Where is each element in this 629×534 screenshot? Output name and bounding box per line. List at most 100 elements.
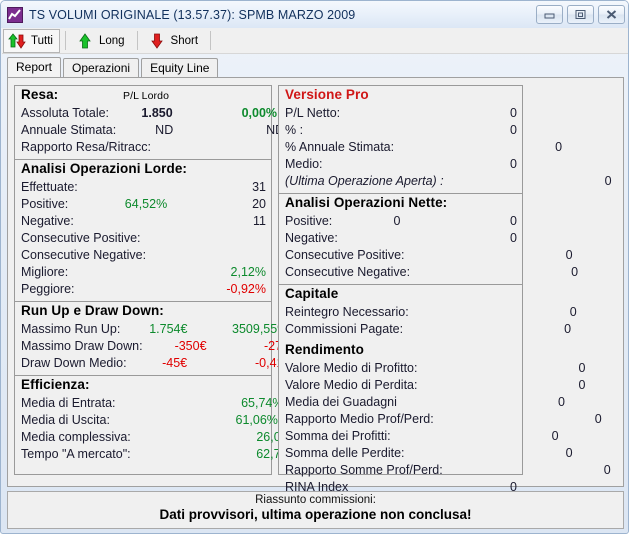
stat-label: Consecutive Negative: (21, 248, 147, 262)
stat-label: Rapporto Medio Prof/Perd: (285, 412, 434, 426)
stat-label: Annuale Stimata: (21, 123, 117, 137)
stat-group: Analisi Operazioni Nette: Positive: 0 0 Nega… (279, 194, 578, 285)
stat-value-end: 0 (510, 231, 517, 245)
stat-group-header: Capitale (279, 286, 522, 305)
stat-label: Tempo "A mercato": (21, 447, 131, 461)
stat-value-end: ND (266, 123, 285, 137)
stat-value-end: 0,00% (241, 106, 278, 120)
stat-row: Media complessiva:26,02% (15, 430, 299, 447)
stat-row: Commissioni Pagate: 0 (279, 322, 571, 339)
stat-value-mid: 1.850 (141, 106, 173, 120)
stat-group: Versione Pro P/L Netto: 0% :0% Annuale Sti… (279, 86, 612, 194)
stat-group: Analisi Operazioni Lorde: Effettuate: 31 Po… (15, 160, 314, 302)
stat-row: Valore Medio di Profitto: 0 (279, 361, 585, 378)
stat-value-end: 0 (578, 378, 586, 392)
stat-group-title: Analisi Operazioni Lorde: (21, 161, 188, 176)
stat-label: Rapporto Resa/Ritracc: (21, 140, 151, 154)
stat-label: Draw Down Medio: (21, 356, 127, 370)
stat-group-header: Versione Pro (279, 87, 522, 106)
stat-row: Media dei Guadagni 0 (279, 395, 565, 412)
stat-group-title: Versione Pro (285, 87, 369, 102)
stat-value-end: 20 (252, 197, 266, 211)
stat-row: Media di Entrata: 65,74% (15, 396, 284, 413)
status-bar: Riassunto commissioni: Dati provvisori, … (7, 491, 624, 529)
stat-label: Assoluta Totale: (21, 106, 110, 120)
toolbar-separator-3 (210, 31, 212, 50)
stat-group: Efficienza: Media di Entrata: 65,74% Media … (15, 376, 299, 466)
gross-statistics-panel: Resa: P/L Lordo Assoluta Totale: 1.850 0,00%… (14, 85, 319, 475)
stat-value-end: 0 (565, 248, 573, 262)
tab-report[interactable]: Report (7, 57, 62, 78)
stat-label: Somma dei Profitti: (285, 429, 391, 443)
toolbar-separator-1 (64, 31, 66, 50)
stat-group-title: Analisi Operazioni Nette: (285, 195, 448, 210)
minimize-icon (544, 13, 555, 19)
stat-label: Media dei Guadagni (285, 395, 397, 409)
close-button[interactable] (598, 5, 625, 24)
stat-label: Migliore: (21, 265, 69, 279)
stat-row: Migliore: 2,12% (15, 265, 271, 282)
stat-row: Tempo "A mercato":62,71% (15, 447, 299, 464)
stat-value-mid: ND (155, 123, 174, 137)
minimize-button[interactable] (536, 5, 563, 24)
stat-value-end: 0 (510, 214, 517, 228)
stat-group-title: Run Up e Draw Down: (21, 303, 164, 318)
stat-label: Effettuate: (21, 180, 78, 194)
stat-group-title: Capitale (285, 286, 339, 301)
stat-label: Commissioni Pagate: (285, 322, 404, 336)
stat-value-end: 0 (569, 305, 577, 319)
stat-row: Negative: 11 (15, 214, 271, 231)
stat-row: Peggiore: -0,92% (15, 282, 271, 299)
stat-row: % Annuale Stimata: 0 (279, 140, 562, 157)
stat-row: Effettuate: 31 (15, 180, 271, 197)
stat-row: (Ultima Operazione Aperta) : 0 (279, 174, 612, 191)
stat-row: Reintegro Necessario: 0 (279, 305, 577, 322)
stat-group-header: Rendimento (279, 342, 522, 361)
tab-equity-line[interactable]: Equity Line (141, 58, 219, 78)
stat-value-mid: -45€ (162, 356, 188, 370)
stat-value-end: 0 (604, 174, 612, 188)
tab-operazioni[interactable]: Operazioni (63, 58, 140, 78)
stat-group: Resa: P/L Lordo Assoluta Totale: 1.850 0,00%… (15, 86, 319, 160)
stat-row: Positive: 64,52% 20 (15, 197, 271, 214)
restore-icon (575, 10, 586, 19)
stat-row: Media di Uscita: 61,06% (15, 413, 278, 430)
stat-value-end: 0 (578, 361, 586, 375)
stat-row: Massimo Draw Down:-350€-27,24% (15, 339, 311, 356)
up-arrow-green-icon (75, 31, 95, 51)
toolbar-button-long[interactable]: Long (71, 29, 132, 53)
maximize-button[interactable] (567, 5, 594, 24)
up-down-arrows-icon (7, 31, 27, 51)
stat-group-title: Efficienza: (21, 377, 90, 392)
stat-label: Media complessiva: (21, 430, 131, 444)
stat-value-end: 0 (565, 446, 573, 460)
stat-row: Annuale Stimata: ND ND (15, 123, 284, 140)
toolbar-button-short[interactable]: Short (143, 29, 206, 53)
stat-label: Consecutive Positive: (285, 248, 405, 262)
toolbar-button-tutti[interactable]: Tutti (3, 28, 60, 53)
stat-row: % : 0 (279, 123, 522, 140)
stat-group: Rendimento Valore Medio di Profitto: 0 Valo… (279, 341, 611, 499)
stat-label: Consecutive Negative: (285, 265, 411, 279)
stat-row: Draw Down Medio: -45€ -0,41% (15, 356, 295, 373)
stat-value-end: 0 (564, 322, 572, 336)
stat-label: Reintegro Necessario: (285, 305, 409, 319)
stat-row: Consecutive Positive:8 (15, 231, 309, 248)
stat-label: Positive: (285, 214, 333, 228)
stat-value-end: 0 (555, 140, 563, 154)
stat-label: Media di Entrata: (21, 396, 116, 410)
stat-value-end: 0 (510, 157, 517, 171)
stat-value-end: 11 (253, 214, 266, 228)
stat-label: Massimo Run Up: (21, 322, 121, 336)
down-arrow-red-icon (147, 31, 167, 51)
stat-row: Rapporto Somme Prof/Perd: 0 (279, 463, 611, 480)
stat-group-title: Rendimento (285, 342, 365, 357)
stat-value-mid: 0 (393, 214, 401, 228)
window-controls (536, 5, 625, 24)
status-commissions-label: Riassunto commissioni: (255, 494, 376, 506)
stat-value-mid: -350€ (174, 339, 207, 353)
stat-label: Massimo Draw Down: (21, 339, 143, 353)
close-icon (606, 10, 617, 19)
stat-row: Somma dei Profitti: 0 (279, 429, 559, 446)
stat-group-header: Efficienza: (15, 377, 271, 396)
